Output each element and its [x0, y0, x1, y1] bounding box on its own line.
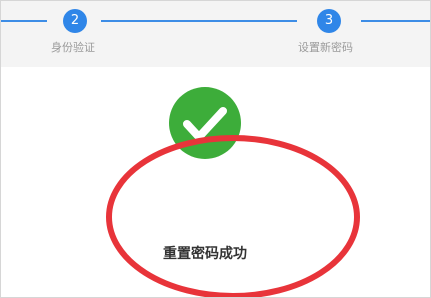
checkmark-circle-icon [169, 87, 241, 159]
step-3-label: 设置新密码 [298, 41, 353, 54]
step-connector-middle [101, 20, 297, 22]
step-2-circle: 2 [63, 9, 87, 33]
step-2-label: 身份验证 [51, 41, 95, 54]
step-connector-left [1, 20, 47, 22]
step-3-circle: 3 [317, 9, 341, 33]
reset-password-window: 2 身份验证 3 设置新密码 重置密码成功 [0, 0, 431, 298]
step-connector-right [361, 20, 430, 22]
checkmark-icon [183, 107, 227, 141]
progress-stepper: 2 身份验证 3 设置新密码 [1, 1, 430, 67]
success-message: 重置密码成功 [163, 246, 247, 262]
